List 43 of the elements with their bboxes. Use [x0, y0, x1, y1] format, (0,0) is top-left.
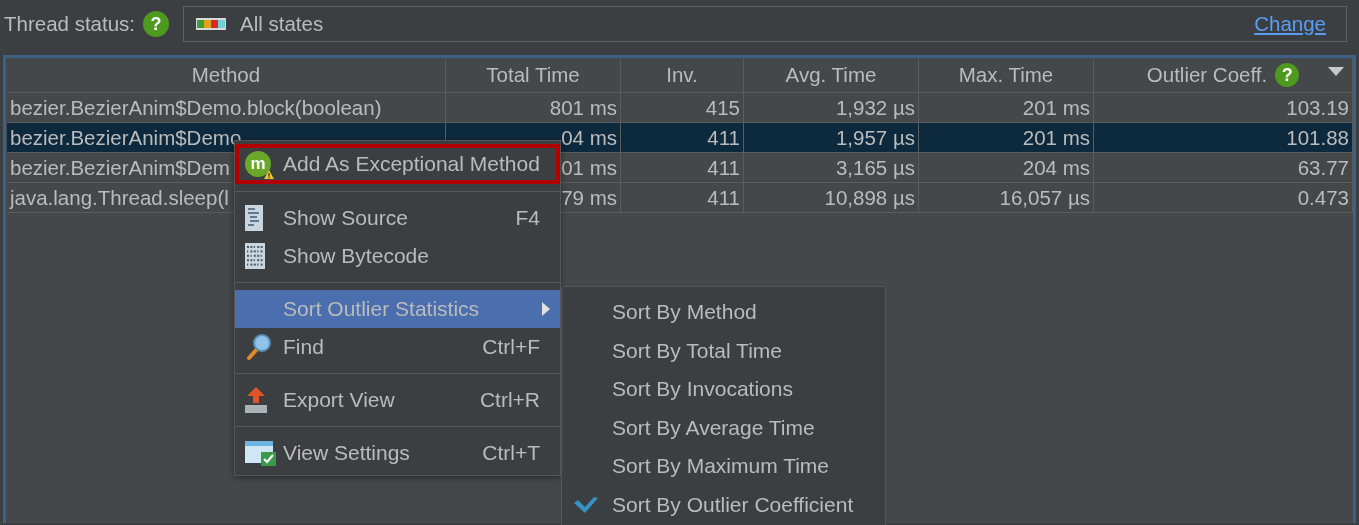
menu-item[interactable]: Show Bytecode	[235, 237, 560, 275]
column-header[interactable]: Max. Time	[919, 58, 1094, 93]
menu-item[interactable]: Find Ctrl+F	[235, 328, 560, 366]
table-cell: 1,957 µs	[744, 123, 919, 153]
checkmark-icon	[572, 494, 600, 515]
column-header[interactable]: Avg. Time	[744, 58, 919, 93]
table-cell: 411	[621, 123, 744, 153]
method-warning-icon: m	[245, 151, 271, 177]
menu-item[interactable]: Sort By Average Time	[562, 408, 885, 447]
magnifier-icon	[245, 333, 273, 361]
table-cell: 101.88	[1094, 123, 1353, 153]
table-cell: 204 ms	[919, 153, 1094, 183]
help-icon[interactable]: ?	[143, 11, 170, 37]
table-cell: 0.473	[1094, 183, 1353, 213]
menu-item[interactable]: Sort By Total Time	[562, 331, 885, 370]
submenu-arrow-icon	[542, 302, 550, 316]
menu-item[interactable]: Export View Ctrl+R	[235, 381, 560, 419]
menu-item[interactable]: Sort By Outlier Coefficient	[562, 485, 885, 524]
color-bars-icon	[196, 18, 227, 30]
table-cell: 201 ms	[919, 123, 1094, 153]
column-header[interactable]: Total Time	[446, 58, 621, 93]
menu-item[interactable]: View Settings Ctrl+T	[235, 434, 560, 472]
table-cell: 16,057 µs	[919, 183, 1094, 213]
document-lines-icon	[245, 205, 263, 231]
status-value: All states	[240, 12, 325, 36]
change-link[interactable]: Change	[1254, 12, 1326, 36]
table-cell: 63.77	[1094, 153, 1353, 183]
column-header[interactable]: Method	[7, 58, 446, 93]
binary-grid-icon	[245, 243, 265, 269]
thread-status-field[interactable]: All states Change	[183, 6, 1347, 42]
table-cell: 411	[621, 183, 744, 213]
menu-item[interactable]: Sort By Method	[562, 293, 885, 332]
menu-item[interactable]: Sort By Invocations	[562, 370, 885, 409]
column-header[interactable]: Inv.	[621, 58, 744, 93]
thread-status-label: Thread status:	[4, 12, 136, 36]
column-header[interactable]: Outlier Coeff. ?	[1094, 58, 1353, 93]
menu-item[interactable]: Sort By Maximum Time	[562, 447, 885, 486]
table-cell: 10,898 µs	[744, 183, 919, 213]
upload-arrow-icon	[245, 387, 267, 413]
table-cell: 3,165 µs	[744, 153, 919, 183]
window-check-icon	[245, 439, 277, 467]
table-cell: 411	[621, 153, 744, 183]
help-icon[interactable]: ?	[1275, 63, 1300, 87]
